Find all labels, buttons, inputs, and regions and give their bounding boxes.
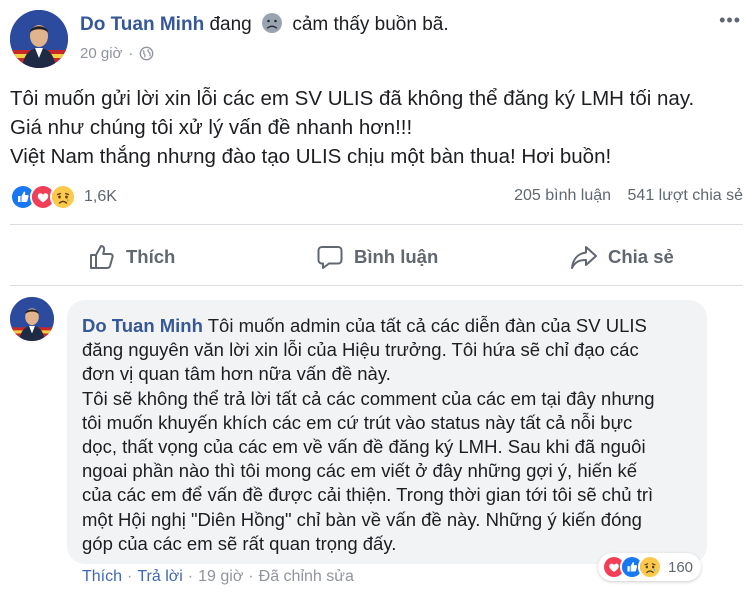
divider — [10, 285, 743, 286]
comment-edited-label[interactable]: Đã chỉnh sửa — [259, 568, 354, 585]
comment-author[interactable]: Do Tuan Minh — [82, 315, 203, 336]
sad-reaction-icon — [638, 555, 662, 579]
sad-reaction-icon — [50, 184, 76, 210]
comment-line: tôi muốn khuyến khích các em cứ trút vào… — [82, 411, 633, 433]
comment-line: của các em để vấn đề được cải thiện. Tro… — [82, 484, 654, 506]
globe-icon[interactable] — [139, 46, 154, 61]
separator: · — [127, 568, 133, 585]
comment-button[interactable]: Bình luận — [316, 240, 438, 274]
speech-bubble-icon — [316, 243, 344, 271]
separator: · — [248, 568, 254, 585]
meta-separator: · — [128, 45, 134, 62]
post-body: Tôi muốn gửi lời xin lỗi các em SV ULIS … — [10, 84, 740, 171]
author-name[interactable]: Do Tuan Minh — [80, 14, 204, 35]
comment-actions: Thích · Trả lời · 19 giờ · Đã chỉnh sửa — [82, 568, 354, 586]
like-button[interactable]: Thích — [88, 240, 175, 274]
feeling-prefix: đang — [209, 14, 252, 35]
comments-count[interactable]: 205 bình luận — [514, 187, 611, 204]
author-avatar[interactable] — [10, 10, 68, 68]
divider — [10, 224, 743, 225]
commenter-avatar[interactable] — [10, 297, 54, 341]
post-timestamp[interactable]: 20 giờ — [80, 45, 122, 62]
comment-line: ngoai phần nào thì tôi mong các em viết … — [82, 460, 637, 482]
comment-reactions[interactable]: 160 — [598, 553, 702, 581]
post-header-line: Do Tuan Minh đang cảm thấy buồn bã. — [80, 12, 449, 36]
comment-line: đơn vị quan tâm hơn nữa vấn đề này. — [82, 363, 391, 385]
share-button-label: Chia sẻ — [608, 246, 674, 267]
comment-line: Tôi sẽ không thể trả lời tất cả các comm… — [82, 387, 655, 409]
comment-line: dọc, thất vọng của các em về vấn đề đăng… — [82, 436, 646, 458]
post-line: Giá như chúng tôi xử lý vấn đề nhanh hơn… — [10, 116, 413, 139]
sad-face-icon — [261, 12, 283, 34]
comment-line: đăng nguyên văn lời xin lỗi của Hiệu trư… — [82, 339, 639, 361]
post-line: Việt Nam thắng nhưng đào tạo ULIS chịu m… — [10, 145, 612, 168]
separator: · — [187, 568, 194, 585]
comment-body: Do Tuan Minh Tôi muốn admin của tất cả c… — [82, 314, 702, 556]
comment-line: Tôi muốn admin của tất cả các diễn đàn c… — [207, 315, 647, 336]
share-arrow-icon — [570, 243, 598, 271]
comment-button-label: Bình luận — [354, 246, 439, 267]
post-meta: 20 giờ · — [80, 45, 154, 62]
thumbs-up-icon — [88, 243, 116, 271]
comment-line: một Hội nghị "Diên Hồng" chỉ bàn về vấn … — [82, 508, 642, 530]
more-horizontal-icon[interactable]: ••• — [719, 10, 741, 31]
like-button-label: Thích — [126, 246, 176, 267]
comment-time[interactable]: 19 giờ — [198, 568, 243, 585]
post-line: Tôi muốn gửi lời xin lỗi các em SV ULIS … — [10, 87, 695, 110]
feeling-text[interactable]: cảm thấy buồn bã. — [292, 14, 448, 35]
shares-count[interactable]: 541 lượt chia sẻ — [628, 187, 743, 204]
facebook-post: Do Tuan Minh đang cảm thấy buồn bã. 20 g… — [0, 0, 753, 597]
comment-reply-link[interactable]: Trả lời — [137, 568, 182, 585]
comment-first-line: Do Tuan Minh Tôi muốn admin của tất cả c… — [82, 314, 702, 338]
comment-reaction-count: 160 — [668, 558, 694, 576]
reaction-count[interactable]: 1,6K — [84, 188, 117, 206]
post-stats: 205 bình luận 541 lượt chia sẻ — [514, 187, 743, 205]
comment-like-link[interactable]: Thích — [82, 568, 122, 585]
reactions-summary[interactable]: 1,6K — [10, 184, 117, 210]
share-button[interactable]: Chia sẻ — [570, 240, 674, 274]
